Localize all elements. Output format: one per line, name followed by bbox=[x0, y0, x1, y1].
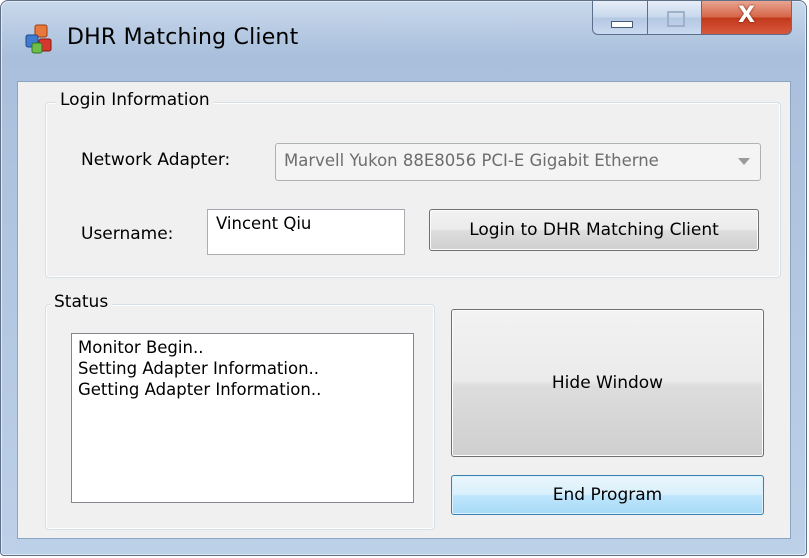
chevron-down-icon bbox=[738, 158, 750, 165]
app-window: DHR Matching Client X Login Information … bbox=[0, 0, 807, 556]
username-input[interactable]: Vincent Qiu bbox=[207, 209, 405, 255]
login-button[interactable]: Login to DHR Matching Client bbox=[429, 209, 759, 251]
login-group-label: Login Information bbox=[56, 90, 214, 110]
network-adapter-value: Marvell Yukon 88E8056 PCI-E Gigabit Ethe… bbox=[284, 151, 659, 170]
maximize-icon bbox=[667, 11, 685, 27]
hide-window-label: Hide Window bbox=[551, 373, 664, 393]
close-button[interactable]: X bbox=[702, 1, 792, 35]
window-title: DHR Matching Client bbox=[67, 25, 299, 50]
login-groupbox: Login Information Network Adapter: Marve… bbox=[45, 90, 781, 278]
username-label: Username: bbox=[81, 224, 174, 244]
end-program-button[interactable]: End Program bbox=[451, 475, 764, 515]
close-icon: X bbox=[738, 3, 755, 28]
status-group-label: Status bbox=[50, 292, 113, 312]
client-area: Login Information Network Adapter: Marve… bbox=[17, 81, 791, 539]
minimize-icon bbox=[611, 21, 633, 28]
end-program-label: End Program bbox=[552, 485, 663, 505]
app-blocks-icon bbox=[25, 24, 52, 54]
status-groupbox: Status Monitor Begin.. Setting Adapter I… bbox=[45, 292, 435, 530]
status-log[interactable]: Monitor Begin.. Setting Adapter Informat… bbox=[71, 333, 414, 503]
maximize-button[interactable] bbox=[648, 1, 702, 35]
caption-buttons: X bbox=[592, 1, 792, 37]
network-adapter-label: Network Adapter: bbox=[81, 150, 231, 170]
status-line: Monitor Begin.. bbox=[78, 338, 204, 357]
status-line: Getting Adapter Information.. bbox=[78, 380, 322, 399]
username-value: Vincent Qiu bbox=[216, 214, 312, 233]
minimize-button[interactable] bbox=[592, 1, 648, 35]
title-bar[interactable]: DHR Matching Client X bbox=[1, 1, 806, 81]
login-button-label: Login to DHR Matching Client bbox=[469, 220, 719, 240]
status-line: Setting Adapter Information.. bbox=[78, 359, 320, 378]
network-adapter-select[interactable]: Marvell Yukon 88E8056 PCI-E Gigabit Ethe… bbox=[275, 143, 761, 181]
hide-window-button[interactable]: Hide Window bbox=[451, 309, 764, 457]
